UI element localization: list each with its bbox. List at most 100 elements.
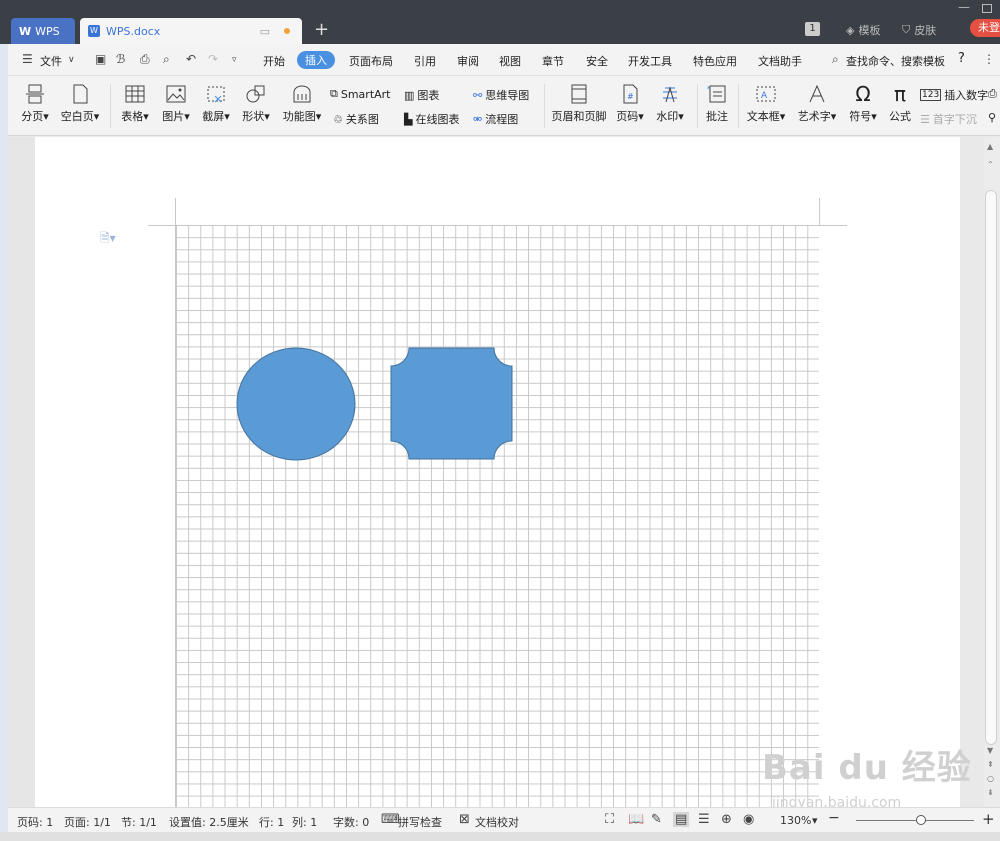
- select-browse-icon[interactable]: ○: [987, 774, 994, 783]
- insert-number-button[interactable]: 123 插入数字: [920, 87, 988, 103]
- picture-button[interactable]: 图片▾: [159, 84, 193, 124]
- page-break-button[interactable]: 分页▾: [18, 84, 52, 124]
- hamburger-icon[interactable]: ☰: [22, 52, 33, 66]
- scroll-up-icon[interactable]: ▲: [987, 142, 993, 151]
- menu-chapter[interactable]: 章节: [542, 53, 564, 69]
- eye-protection-icon[interactable]: ◉: [743, 812, 754, 827]
- prev-page-icon[interactable]: ⇞: [987, 760, 994, 769]
- search-icon[interactable]: ⌕: [832, 52, 839, 67]
- window-count-badge[interactable]: 1: [805, 22, 820, 36]
- chevron-down-icon[interactable]: ∨: [68, 55, 75, 65]
- zoom-slider-track[interactable]: [856, 820, 974, 821]
- spell-check-button[interactable]: 拼写检查: [398, 814, 442, 830]
- command-search[interactable]: 查找命令、搜索模板: [846, 53, 945, 69]
- screenshot-button[interactable]: 截屏▾: [199, 84, 233, 124]
- shape-button[interactable]: 形状▾: [239, 84, 273, 124]
- relation-chart-label: 关系图: [345, 113, 379, 126]
- smartart-label: SmartArt: [340, 87, 391, 101]
- page-number-label: 页码: [616, 110, 639, 123]
- new-tab-button[interactable]: +: [314, 18, 329, 42]
- undo-icon[interactable]: ↶: [186, 52, 196, 66]
- zoom-out-button[interactable]: −: [828, 810, 840, 826]
- more-options-icon[interactable]: ⋮: [983, 52, 995, 66]
- status-section[interactable]: 节: 1/1: [121, 814, 157, 830]
- format-painter-icon[interactable]: ℬ: [116, 52, 125, 66]
- fullscreen-icon[interactable]: ⛶: [605, 812, 614, 827]
- symbol-button[interactable]: Ω 符号▾: [846, 84, 880, 124]
- gridlines-area[interactable]: [175, 225, 819, 807]
- tab-document[interactable]: W WPS.docx ▭: [80, 18, 302, 44]
- pin-icon[interactable]: ▭: [260, 25, 270, 38]
- save-icon[interactable]: ▣: [95, 52, 106, 66]
- scrollbar-thumb[interactable]: [985, 190, 997, 745]
- redo-icon[interactable]: ↷: [208, 52, 218, 66]
- table-button[interactable]: 表格▾: [118, 84, 152, 124]
- help-button[interactable]: ?: [958, 51, 965, 66]
- maximize-button[interactable]: [982, 4, 992, 13]
- smartart-button[interactable]: ⧉ SmartArt: [330, 87, 391, 101]
- text-box-button[interactable]: A 文本框▾: [743, 84, 789, 124]
- menu-page-layout[interactable]: 页面布局: [349, 53, 393, 69]
- quick-access-dropdown-icon[interactable]: ▿: [232, 55, 237, 65]
- skin-button[interactable]: ⛉ 皮肤: [902, 22, 936, 38]
- menu-featured[interactable]: 特色应用: [693, 53, 737, 69]
- header-cutoff-icon[interactable]: ⎙: [988, 87, 997, 101]
- left-edge: [0, 44, 8, 841]
- proofread-button[interactable]: 文档校对: [475, 814, 519, 830]
- attachment-icon[interactable]: ⚲: [988, 111, 996, 124]
- flowchart-button[interactable]: ⚮ 流程图: [473, 111, 518, 127]
- reading-mode-icon[interactable]: 📖: [628, 812, 644, 827]
- menu-review[interactable]: 审阅: [457, 53, 479, 69]
- relation-chart-button[interactable]: ♲ 关系图: [333, 111, 379, 127]
- scroll-down-icon[interactable]: ▼: [987, 746, 993, 755]
- menu-home[interactable]: 开始: [263, 53, 285, 69]
- status-page-code[interactable]: 页码: 1: [17, 814, 53, 830]
- paragraph-layout-icon[interactable]: 🗎▾: [100, 229, 116, 250]
- mind-map-button[interactable]: ⚯ 思维导图: [473, 87, 529, 103]
- status-pages[interactable]: 页面: 1/1: [64, 814, 111, 830]
- minimize-button[interactable]: —: [958, 0, 970, 14]
- blank-page-icon: [73, 84, 88, 104]
- scroll-top-icon[interactable]: ⌃: [987, 160, 994, 169]
- web-view-icon[interactable]: ⊕: [721, 812, 732, 827]
- watermark-button[interactable]: 水印▾: [653, 84, 687, 124]
- omega-icon: Ω: [855, 82, 871, 106]
- comment-button[interactable]: * 批注: [702, 84, 732, 124]
- status-setting[interactable]: 设置值: 2.5厘米: [169, 814, 249, 830]
- print-icon[interactable]: ⎙: [140, 52, 150, 67]
- outline-view-icon[interactable]: ☰: [698, 812, 710, 827]
- watermark-icon: [663, 86, 677, 103]
- login-button[interactable]: 未登: [970, 19, 1000, 37]
- menu-references[interactable]: 引用: [414, 53, 436, 69]
- online-chart-button[interactable]: ▙ 在线图表: [404, 111, 459, 127]
- next-page-icon[interactable]: ⇟: [987, 788, 994, 797]
- menu-doc-assistant[interactable]: 文档助手: [758, 53, 802, 69]
- formula-button[interactable]: π 公式: [886, 84, 914, 124]
- templates-button[interactable]: ◈ 模板: [846, 22, 880, 38]
- zoom-dropdown-icon[interactable]: ▾: [812, 814, 818, 827]
- print-preview-icon[interactable]: ⌕: [163, 52, 170, 67]
- status-column[interactable]: 列: 1: [292, 814, 317, 830]
- menu-view[interactable]: 视图: [499, 53, 521, 69]
- menu-developer[interactable]: 开发工具: [628, 53, 672, 69]
- status-row[interactable]: 行: 1: [259, 814, 284, 830]
- menu-insert[interactable]: 插入: [297, 51, 335, 69]
- bottom-edge: [0, 832, 1000, 841]
- edit-mode-icon[interactable]: ✎: [651, 812, 662, 827]
- page-number-button[interactable]: # 页码▾: [612, 84, 648, 124]
- table-label: 表格: [121, 110, 144, 123]
- menu-security[interactable]: 安全: [586, 53, 608, 69]
- zoom-slider-knob[interactable]: [916, 815, 926, 825]
- zoom-level[interactable]: 130%: [780, 814, 811, 827]
- page-view-icon[interactable]: ▤: [673, 812, 690, 827]
- menu-file[interactable]: 文件: [40, 53, 62, 69]
- drop-cap-button[interactable]: ☰ 首字下沉: [920, 111, 977, 127]
- tab-wps-home[interactable]: W WPS: [11, 18, 75, 44]
- status-word-count[interactable]: 字数: 0: [333, 814, 369, 830]
- word-art-button[interactable]: 艺术字▾: [794, 84, 840, 124]
- blank-page-button[interactable]: 空白页▾: [58, 84, 102, 124]
- function-chart-button[interactable]: 功能图▾: [280, 84, 324, 124]
- zoom-in-button[interactable]: +: [982, 810, 995, 828]
- header-footer-button[interactable]: 页眉和页脚: [550, 84, 608, 124]
- chart-button[interactable]: ▥ 图表: [404, 87, 439, 103]
